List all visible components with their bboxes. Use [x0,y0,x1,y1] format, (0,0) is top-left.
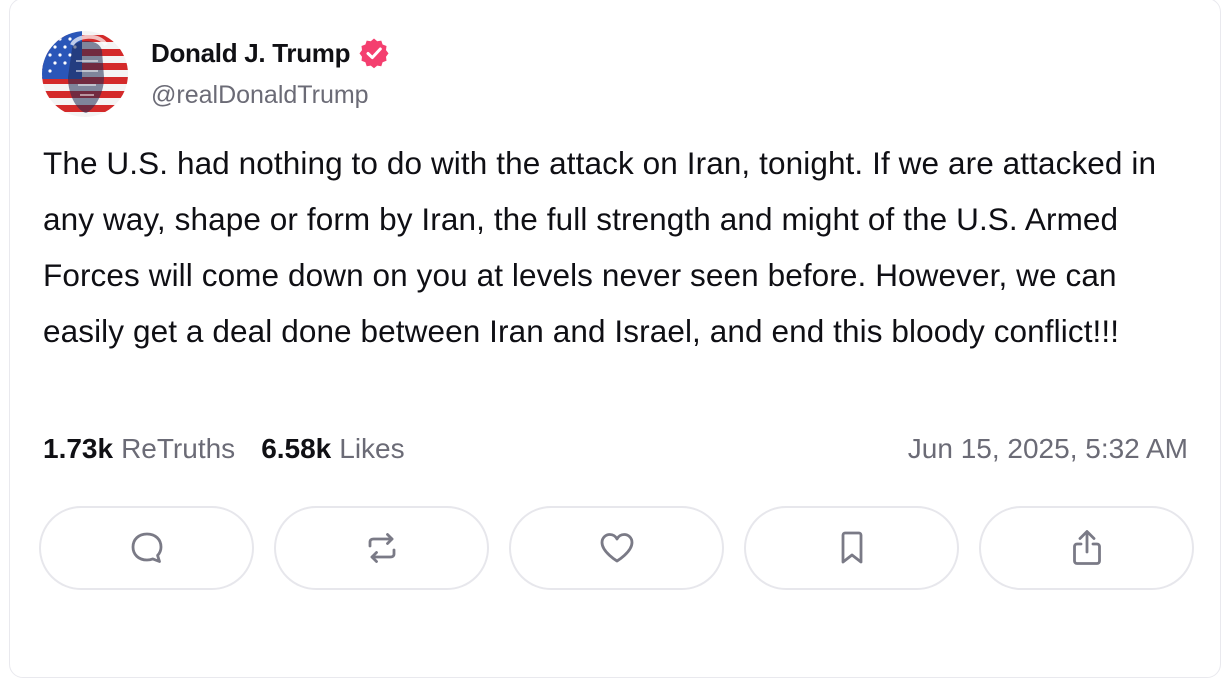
repost-icon [368,533,395,563]
retruths-count[interactable]: 1.73k [43,433,113,465]
reply-button[interactable] [39,506,254,590]
avatar[interactable] [42,31,128,117]
likes-label[interactable]: Likes [339,433,404,465]
bookmark-button[interactable] [744,506,959,590]
heart-icon [600,533,633,563]
post-card: Donald J. Trump @realDonaldTrump The U.S… [9,0,1221,678]
share-icon [1072,530,1101,565]
retruths-label[interactable]: ReTruths [121,433,235,465]
post-timestamp[interactable]: Jun 15, 2025, 5:32 AM [908,433,1188,465]
verified-badge-icon [358,37,390,69]
retruth-button[interactable] [274,506,489,590]
author-name[interactable]: Donald J. Trump [151,37,390,69]
post-stats: 1.73k ReTruths 6.58k Likes [43,433,405,465]
comment-icon [131,532,162,563]
action-bar [39,506,1194,590]
post-body-text: The U.S. had nothing to do with the atta… [43,145,1157,349]
share-button[interactable] [979,506,1194,590]
likes-count[interactable]: 6.58k [261,433,331,465]
author-handle[interactable]: @realDonaldTrump [151,81,369,110]
like-button[interactable] [509,506,724,590]
bookmark-icon [841,531,862,564]
author-name-text[interactable]: Donald J. Trump [151,38,350,69]
